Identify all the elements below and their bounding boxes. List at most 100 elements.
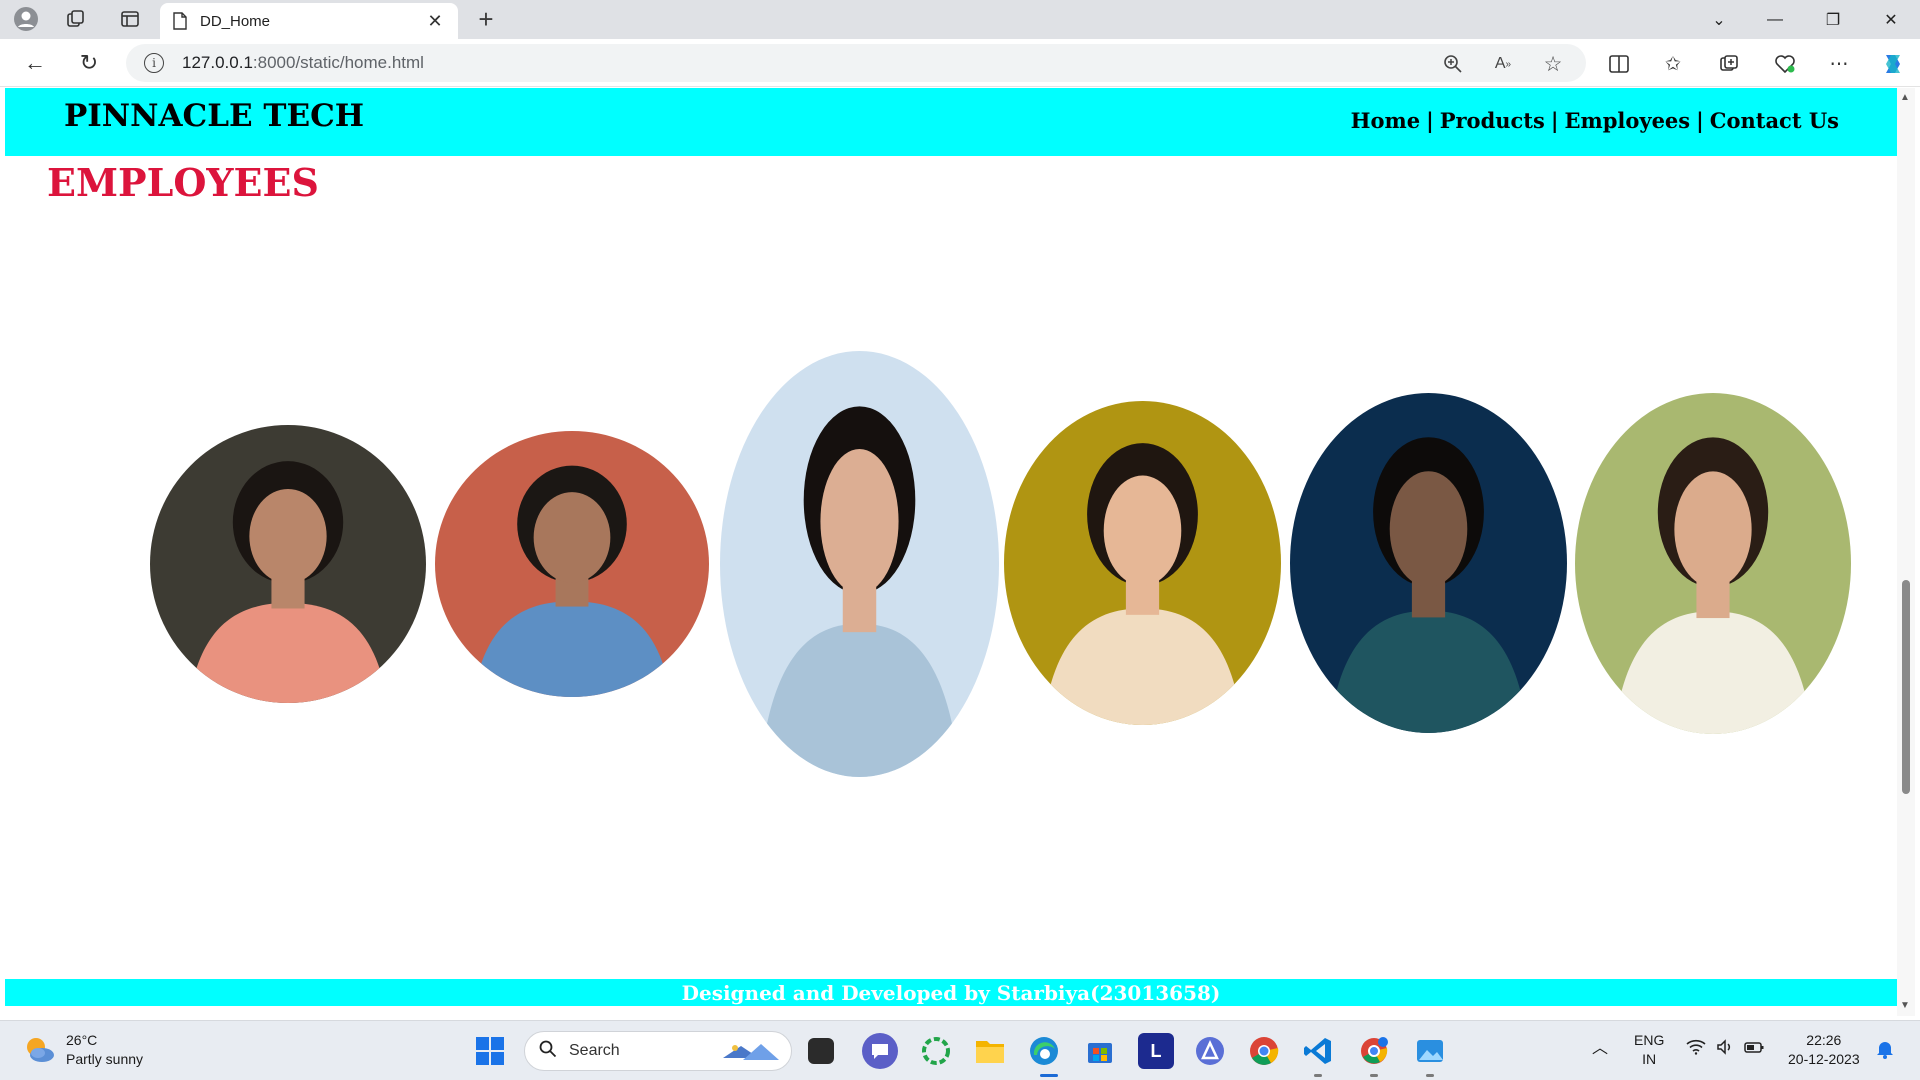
photo-face (249, 488, 327, 584)
profile-icon[interactable] (10, 3, 42, 35)
nav-contact-link[interactable]: Contact Us (1710, 108, 1839, 133)
zoom-icon[interactable] (1438, 52, 1468, 76)
browser-essentials-icon[interactable] (1770, 51, 1800, 77)
scroll-down-icon[interactable]: ▼ (1900, 1000, 1910, 1011)
battery-icon (1744, 1042, 1764, 1053)
chrome-profile-running-indicator (1370, 1074, 1378, 1077)
reload-icon[interactable]: ↻ (72, 47, 106, 79)
nav-separator: | (1426, 108, 1434, 133)
photos-app-icon[interactable] (1412, 1033, 1448, 1069)
photo-face (1103, 475, 1182, 586)
page-scrollbar[interactable]: ▲ ▼ (1897, 88, 1915, 1016)
employee-photo-4-image (1004, 401, 1281, 725)
vertical-tabs-icon[interactable] (114, 3, 146, 35)
chrome-icon[interactable] (1246, 1033, 1282, 1069)
file-explorer-icon[interactable] (972, 1033, 1008, 1069)
employee-photo-6-image (1575, 393, 1851, 734)
close-tab-icon[interactable]: ✕ (424, 11, 446, 32)
start-windows-icon[interactable] (472, 1033, 508, 1069)
favorite-star-icon[interactable]: ☆ (1538, 52, 1568, 76)
site-footer: Designed and Developed by Starbiya(23013… (5, 979, 1897, 1006)
minimize-icon[interactable]: — (1752, 4, 1798, 36)
collections-icon[interactable] (1714, 51, 1744, 77)
notification-bell-icon[interactable] (1876, 1039, 1894, 1064)
search-highlight-icon (723, 1044, 779, 1060)
vscode-running-indicator (1314, 1074, 1322, 1077)
site-header: PINNACLE TECH Home | Products | Employee… (5, 88, 1897, 156)
close-window-icon[interactable]: ✕ (1868, 4, 1914, 36)
split-screen-icon[interactable] (1604, 51, 1634, 77)
taskbar-search[interactable]: Search (524, 1031, 792, 1071)
windows-taskbar: 26°C Partly sunny Search L ︿ ENG IN 22:2… (0, 1020, 1920, 1080)
footer-credit: Designed and Developed by Starbiya(23013… (681, 980, 1221, 1005)
photos-running-indicator (1426, 1074, 1434, 1077)
nav-employees-link[interactable]: Employees (1564, 108, 1690, 133)
show-hidden-icons-icon[interactable]: ︿ (1592, 1039, 1608, 1058)
new-tab-icon[interactable]: + (470, 3, 502, 35)
browser-tabstrip: DD_Home ✕ + ⌄ — ❐ ✕ (0, 0, 1920, 39)
copilot-icon[interactable] (1878, 51, 1908, 77)
chrome-profile-icon[interactable] (1356, 1033, 1392, 1069)
triangle-app-icon[interactable] (1192, 1033, 1228, 1069)
photo-face (533, 492, 611, 583)
employee-photo-1-image (150, 425, 426, 703)
employee-photo-5-image (1290, 393, 1567, 733)
employee-photo-2 (435, 431, 709, 697)
weather-temp: 26°C (66, 1032, 98, 1048)
teams-chat-icon[interactable] (862, 1033, 898, 1069)
url-text: 127.0.0.1:8000/static/home.html (182, 53, 424, 73)
volume-icon (1717, 1039, 1731, 1055)
clock-time: 22:26 (1806, 1032, 1842, 1048)
wifi-icon (1686, 1039, 1706, 1055)
workspaces-icon[interactable] (60, 3, 92, 35)
clock-date: 20-12-2023 (1788, 1051, 1860, 1067)
favorites-icon[interactable]: ✩ (1658, 51, 1688, 77)
back-icon[interactable]: ← (18, 47, 52, 79)
employee-photo-5 (1290, 393, 1567, 733)
scroll-up-icon[interactable]: ▲ (1900, 92, 1910, 103)
search-icon (539, 1040, 557, 1063)
task-view-icon[interactable] (808, 1038, 834, 1064)
page-title: EMPLOYEES (47, 160, 319, 205)
brand-logo-text: PINNACLE TECH (64, 98, 365, 134)
url-path: :8000/static/home.html (252, 53, 424, 72)
read-aloud-icon[interactable]: A» (1488, 52, 1518, 76)
tab-dd-home[interactable]: DD_Home ✕ (160, 3, 458, 39)
system-tray-icons[interactable] (1686, 1039, 1764, 1055)
edge-browser-icon[interactable] (1026, 1033, 1062, 1069)
vscode-icon[interactable] (1300, 1033, 1336, 1069)
nav-home-link[interactable]: Home (1351, 108, 1420, 133)
photo-face (820, 448, 899, 594)
region-code: IN (1642, 1051, 1657, 1067)
browser-toolbar: ← ↻ i 127.0.0.1:8000/static/home.html A»… (0, 39, 1920, 87)
language-indicator[interactable]: ENG IN (1634, 1031, 1664, 1069)
scroll-thumb[interactable] (1902, 580, 1910, 794)
url-host: 127.0.0.1 (182, 53, 253, 72)
restore-icon[interactable]: ❐ (1810, 4, 1856, 36)
partly-sunny-icon (27, 1038, 54, 1062)
microsoft-store-icon[interactable] (1082, 1033, 1118, 1069)
weather-widget[interactable]: 26°C Partly sunny (22, 1031, 143, 1069)
clock[interactable]: 22:26 20-12-2023 (1788, 1031, 1860, 1069)
employee-photo-3-image (720, 351, 999, 777)
search-label: Search (569, 1042, 620, 1059)
site-info-icon[interactable]: i (144, 53, 164, 73)
tab-title: DD_Home (200, 12, 271, 30)
employee-photo-3 (720, 351, 999, 777)
nav-products-link[interactable]: Products (1440, 108, 1545, 133)
photo-face (1389, 471, 1468, 587)
circle-app-icon[interactable] (918, 1033, 954, 1069)
l-app-icon[interactable]: L (1138, 1033, 1174, 1069)
photo-face (1674, 471, 1752, 588)
site-nav: Home | Products | Employees | Contact Us (1351, 108, 1839, 133)
employee-photo-2-image (435, 431, 709, 697)
address-bar[interactable]: i 127.0.0.1:8000/static/home.html A» ☆ (126, 44, 1586, 82)
nav-separator: | (1696, 108, 1704, 133)
page-icon (173, 12, 187, 30)
tab-actions-chevron-icon[interactable]: ⌄ (1696, 4, 1742, 36)
edge-active-indicator (1040, 1074, 1058, 1077)
weather-desc: Partly sunny (66, 1051, 144, 1067)
more-options-icon[interactable]: ⋯ (1824, 51, 1854, 77)
employee-photo-6 (1575, 393, 1851, 734)
employee-photo-4 (1004, 401, 1281, 725)
